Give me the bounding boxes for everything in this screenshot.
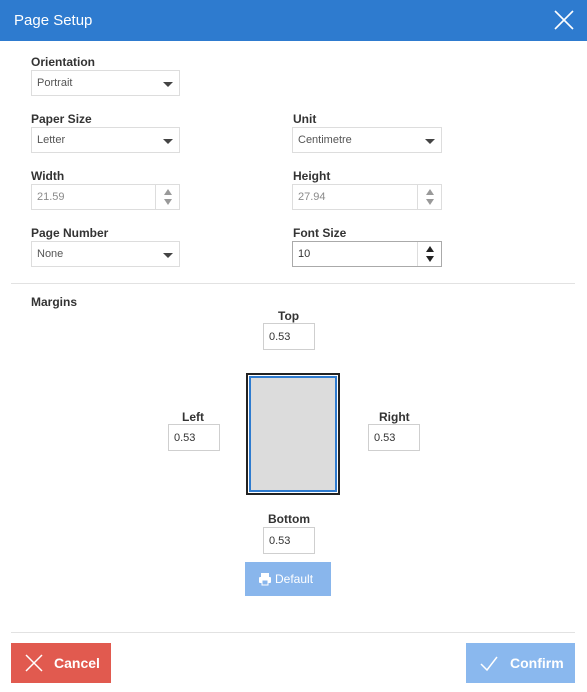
unit-value: Centimetre: [298, 134, 352, 146]
paper-size-select[interactable]: Letter: [31, 127, 180, 153]
dialog-titlebar: Page Setup: [0, 0, 587, 41]
width-stepper[interactable]: [155, 185, 179, 209]
height-stepper[interactable]: [417, 185, 441, 209]
margin-top-label: Top: [278, 309, 300, 323]
font-size-stepper[interactable]: [417, 242, 441, 266]
check-icon: [480, 656, 498, 672]
margin-left-value: 0.53: [174, 432, 196, 444]
margin-bottom-label: Bottom: [268, 512, 310, 526]
unit-label: Unit: [293, 112, 317, 126]
default-button-label: Default: [275, 572, 314, 586]
font-size-input[interactable]: 10: [292, 241, 442, 267]
margin-left-label: Left: [182, 410, 204, 424]
divider: [11, 283, 575, 284]
margins-label: Margins: [31, 295, 78, 309]
margin-left-input[interactable]: 0.53: [168, 424, 220, 451]
close-button[interactable]: [552, 8, 576, 32]
width-input[interactable]: 21.59: [31, 184, 180, 210]
confirm-button[interactable]: Confirm: [466, 643, 575, 683]
x-icon: [25, 654, 43, 672]
font-size-value: 10: [298, 248, 311, 260]
chevron-down-icon: [163, 139, 173, 144]
page-number-select[interactable]: None: [31, 241, 180, 267]
width-value: 21.59: [37, 191, 65, 203]
unit-select[interactable]: Centimetre: [292, 127, 442, 153]
page-preview: [246, 373, 340, 495]
paper-size-label: Paper Size: [31, 112, 92, 126]
page-number-label: Page Number: [31, 226, 109, 240]
page-number-value: None: [37, 248, 64, 260]
footer-divider: [11, 632, 575, 633]
cancel-button-label: Cancel: [54, 655, 100, 671]
margin-top-input[interactable]: 0.53: [263, 323, 315, 350]
orientation-select[interactable]: Portrait: [31, 70, 180, 96]
chevron-down-icon: [163, 253, 173, 258]
dialog-title: Page Setup: [14, 12, 93, 29]
chevron-down-icon: [164, 199, 172, 205]
paper-size-value: Letter: [37, 134, 66, 146]
chevron-up-icon: [164, 189, 172, 195]
default-button[interactable]: Default: [245, 562, 331, 596]
chevron-up-icon: [426, 189, 434, 195]
orientation-value: Portrait: [37, 77, 73, 89]
margin-bottom-input[interactable]: 0.53: [263, 527, 315, 554]
margin-right-value: 0.53: [374, 432, 396, 444]
cancel-button[interactable]: Cancel: [11, 643, 111, 683]
chevron-down-icon: [426, 199, 434, 205]
height-value: 27.94: [298, 191, 326, 203]
chevron-down-icon: [426, 256, 434, 262]
margin-right-input[interactable]: 0.53: [368, 424, 420, 451]
chevron-up-icon: [426, 246, 434, 252]
margin-right-label: Right: [379, 410, 410, 424]
page-preview-area: [249, 376, 337, 492]
chevron-down-icon: [425, 139, 435, 144]
width-label: Width: [31, 169, 65, 183]
height-input[interactable]: 27.94: [292, 184, 442, 210]
orientation-label: Orientation: [31, 55, 96, 69]
printer-icon: [259, 573, 271, 586]
margin-top-value: 0.53: [269, 331, 291, 343]
close-icon: [554, 10, 574, 30]
chevron-down-icon: [163, 82, 173, 87]
font-size-label: Font Size: [293, 226, 347, 240]
margin-bottom-value: 0.53: [269, 535, 291, 547]
confirm-button-label: Confirm: [510, 655, 564, 671]
height-label: Height: [293, 169, 331, 183]
